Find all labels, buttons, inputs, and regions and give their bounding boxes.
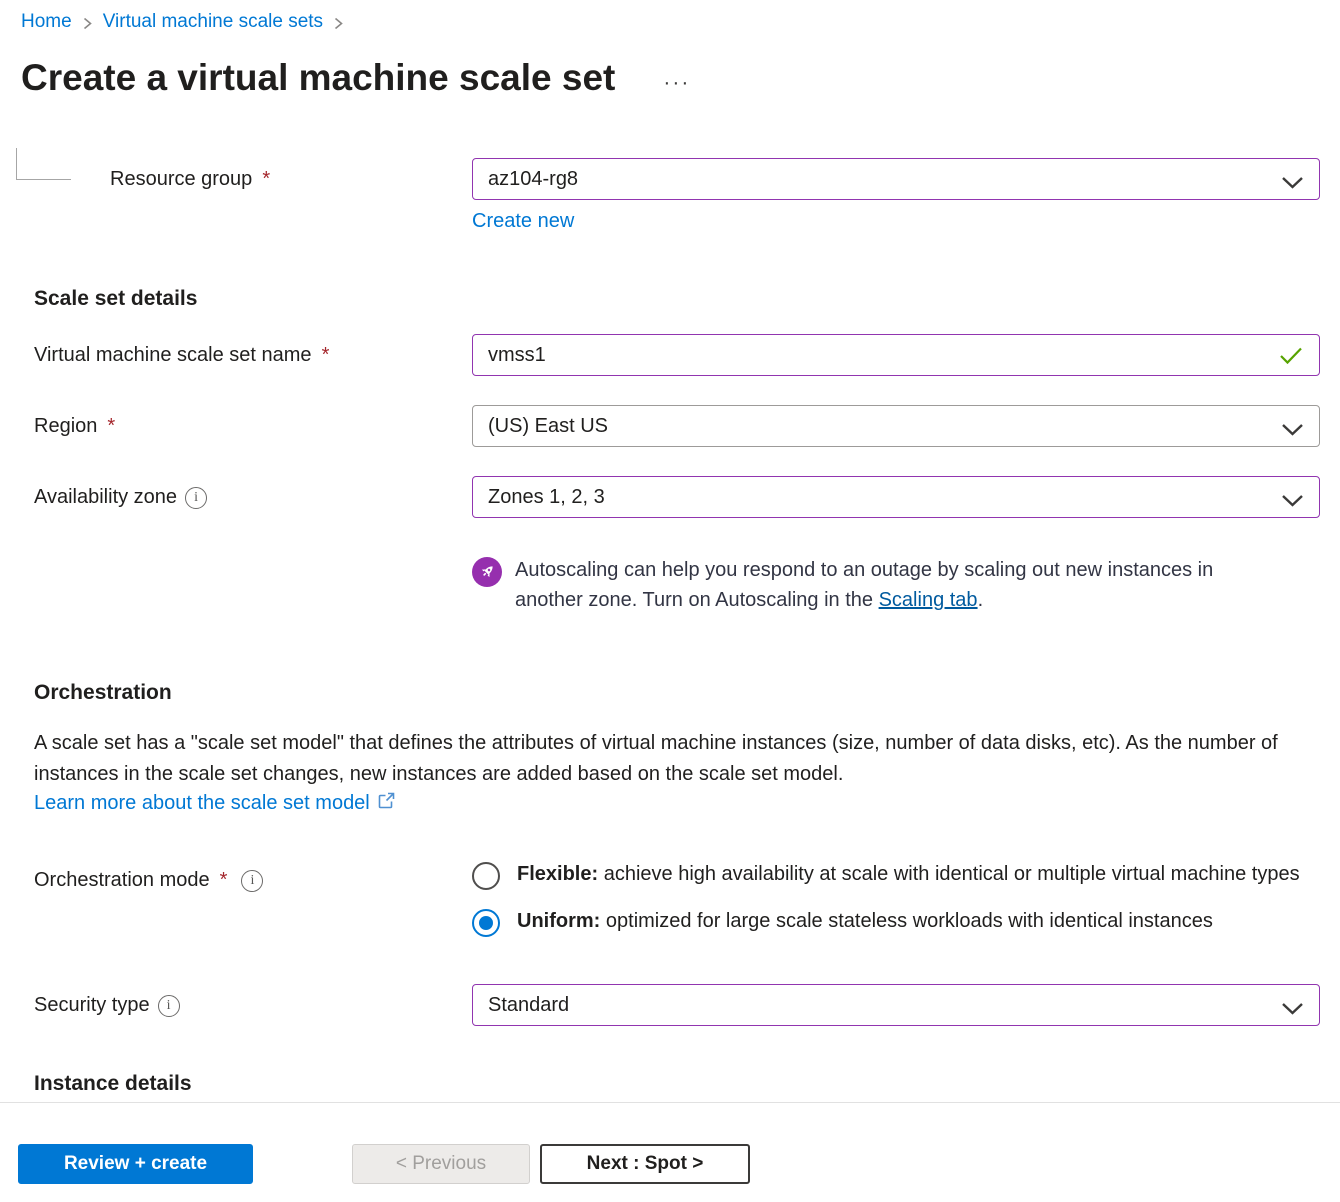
orchestration-description: A scale set has a "scale set model" that… (21, 728, 1321, 790)
section-orchestration: Orchestration (21, 681, 1320, 705)
chevron-down-icon (1281, 420, 1304, 443)
availability-zone-dropdown[interactable]: Zones 1, 2, 3 (472, 476, 1320, 518)
radio-button-icon (472, 862, 500, 890)
breadcrumb-vmss-link[interactable]: Virtual machine scale sets (103, 11, 323, 33)
next-button[interactable]: Next : Spot > (540, 1144, 750, 1184)
security-type-label: Security type (34, 994, 150, 1017)
resource-group-value: az104-rg8 (488, 168, 578, 191)
availability-zone-value: Zones 1, 2, 3 (488, 486, 605, 509)
create-new-link[interactable]: Create new (472, 210, 574, 233)
chevron-down-icon (1281, 173, 1304, 196)
chevron-right-icon (81, 16, 94, 31)
security-type-value: Standard (488, 994, 569, 1017)
autoscaling-note: Autoscaling can help you respond to an o… (472, 555, 1282, 615)
required-asterisk: * (220, 869, 228, 892)
section-instance-details: Instance details (21, 1072, 1320, 1096)
vmss-name-label: Virtual machine scale set name (34, 344, 312, 367)
vmss-name-value: vmss1 (488, 344, 546, 367)
external-link-icon (377, 791, 396, 816)
uniform-option-name: Uniform: (517, 910, 600, 932)
review-create-button[interactable]: Review + create (18, 1144, 253, 1184)
subresource-connector-line (16, 148, 71, 180)
more-options-button[interactable]: ··· (663, 61, 690, 95)
required-asterisk: * (107, 415, 115, 438)
chevron-right-icon (332, 16, 345, 31)
resource-group-dropdown[interactable]: az104-rg8 (472, 158, 1320, 200)
info-icon[interactable] (185, 487, 207, 509)
valid-check-icon (1278, 346, 1304, 372)
breadcrumb-home-link[interactable]: Home (21, 11, 72, 33)
radio-button-icon (472, 909, 500, 937)
orchestration-radio-flexible[interactable]: Flexible: achieve high availability at s… (472, 859, 1320, 890)
region-label: Region (34, 415, 97, 438)
breadcrumb: Home Virtual machine scale sets (21, 0, 1320, 33)
region-value: (US) East US (488, 415, 608, 438)
availability-zone-label: Availability zone (34, 486, 177, 509)
create-vmss-page: Home Virtual machine scale sets Create a… (0, 0, 1340, 1103)
scaling-tab-link[interactable]: Scaling tab (879, 589, 978, 611)
rocket-icon (472, 557, 502, 587)
flexible-option-name: Flexible: (517, 863, 598, 885)
footer-action-bar: Review + create < Previous Next : Spot > (0, 1103, 1340, 1202)
resource-group-label: Resource group (110, 168, 252, 191)
orchestration-radio-uniform[interactable]: Uniform: optimized for large scale state… (472, 906, 1320, 937)
autoscaling-note-text: Autoscaling can help you respond to an o… (515, 555, 1275, 615)
chevron-down-icon (1281, 999, 1304, 1022)
section-scale-set-details: Scale set details (21, 287, 1320, 311)
page-title: Create a virtual machine scale set (21, 57, 615, 99)
flexible-option-description: achieve high availability at scale with … (598, 863, 1299, 885)
uniform-option-description: optimized for large scale stateless work… (600, 910, 1213, 932)
info-icon[interactable] (158, 995, 180, 1017)
previous-button[interactable]: < Previous (352, 1144, 530, 1184)
required-asterisk: * (322, 344, 330, 367)
security-type-dropdown[interactable]: Standard (472, 984, 1320, 1026)
orchestration-mode-label: Orchestration mode (34, 869, 210, 892)
vmss-name-input[interactable]: vmss1 (472, 334, 1320, 376)
chevron-down-icon (1281, 491, 1304, 514)
required-asterisk: * (262, 168, 270, 191)
orchestration-mode-group: Flexible: achieve high availability at s… (472, 859, 1320, 937)
region-dropdown[interactable]: (US) East US (472, 405, 1320, 447)
learn-more-link[interactable]: Learn more about the scale set model (21, 791, 396, 816)
info-icon[interactable] (241, 870, 263, 892)
